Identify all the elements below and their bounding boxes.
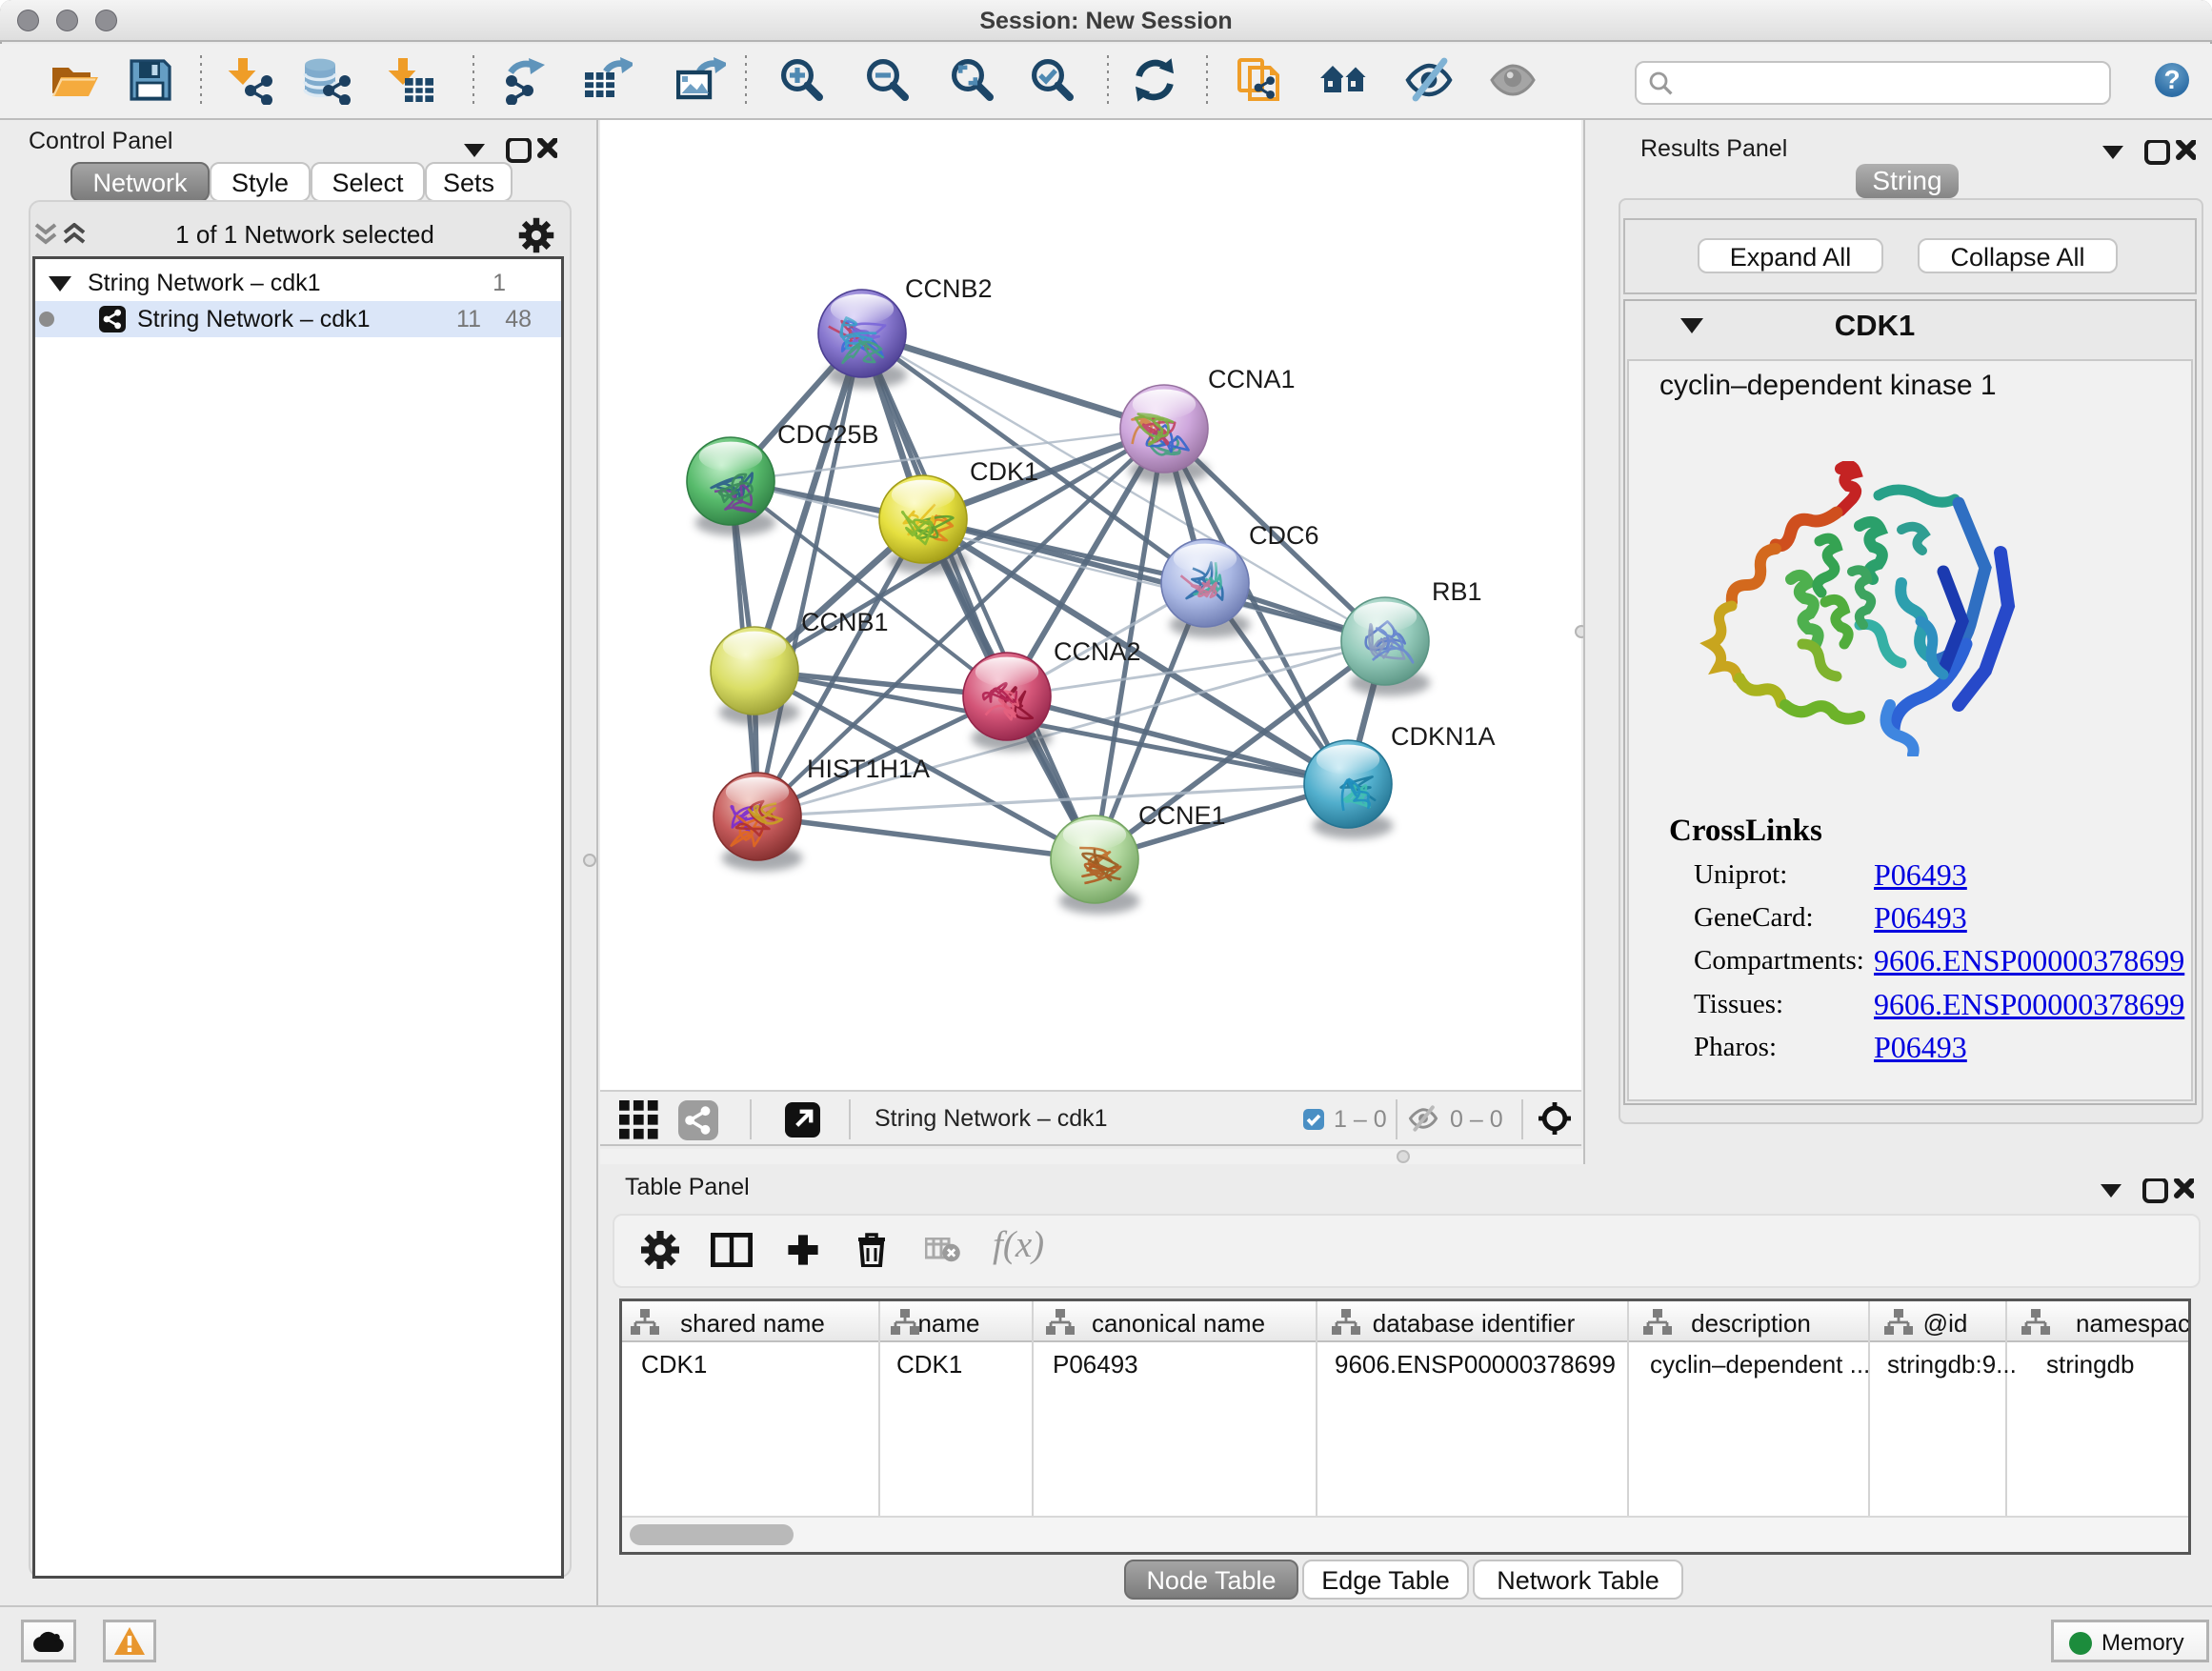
svg-text:CCNB2: CCNB2 — [905, 274, 993, 303]
svg-text:CDC6: CDC6 — [1249, 521, 1319, 550]
svg-text:CCNA2: CCNA2 — [1054, 637, 1141, 666]
svg-text:CDK1: CDK1 — [970, 457, 1038, 486]
svg-text:CCNB1: CCNB1 — [801, 608, 889, 636]
svg-text:HIST1H1A: HIST1H1A — [807, 755, 930, 783]
svg-text:CCNA1: CCNA1 — [1208, 365, 1296, 393]
svg-text:CCNE1: CCNE1 — [1138, 801, 1226, 830]
svg-text:CDC25B: CDC25B — [777, 420, 879, 449]
svg-text:RB1: RB1 — [1432, 577, 1482, 606]
svg-text:CDKN1A: CDKN1A — [1391, 722, 1496, 751]
